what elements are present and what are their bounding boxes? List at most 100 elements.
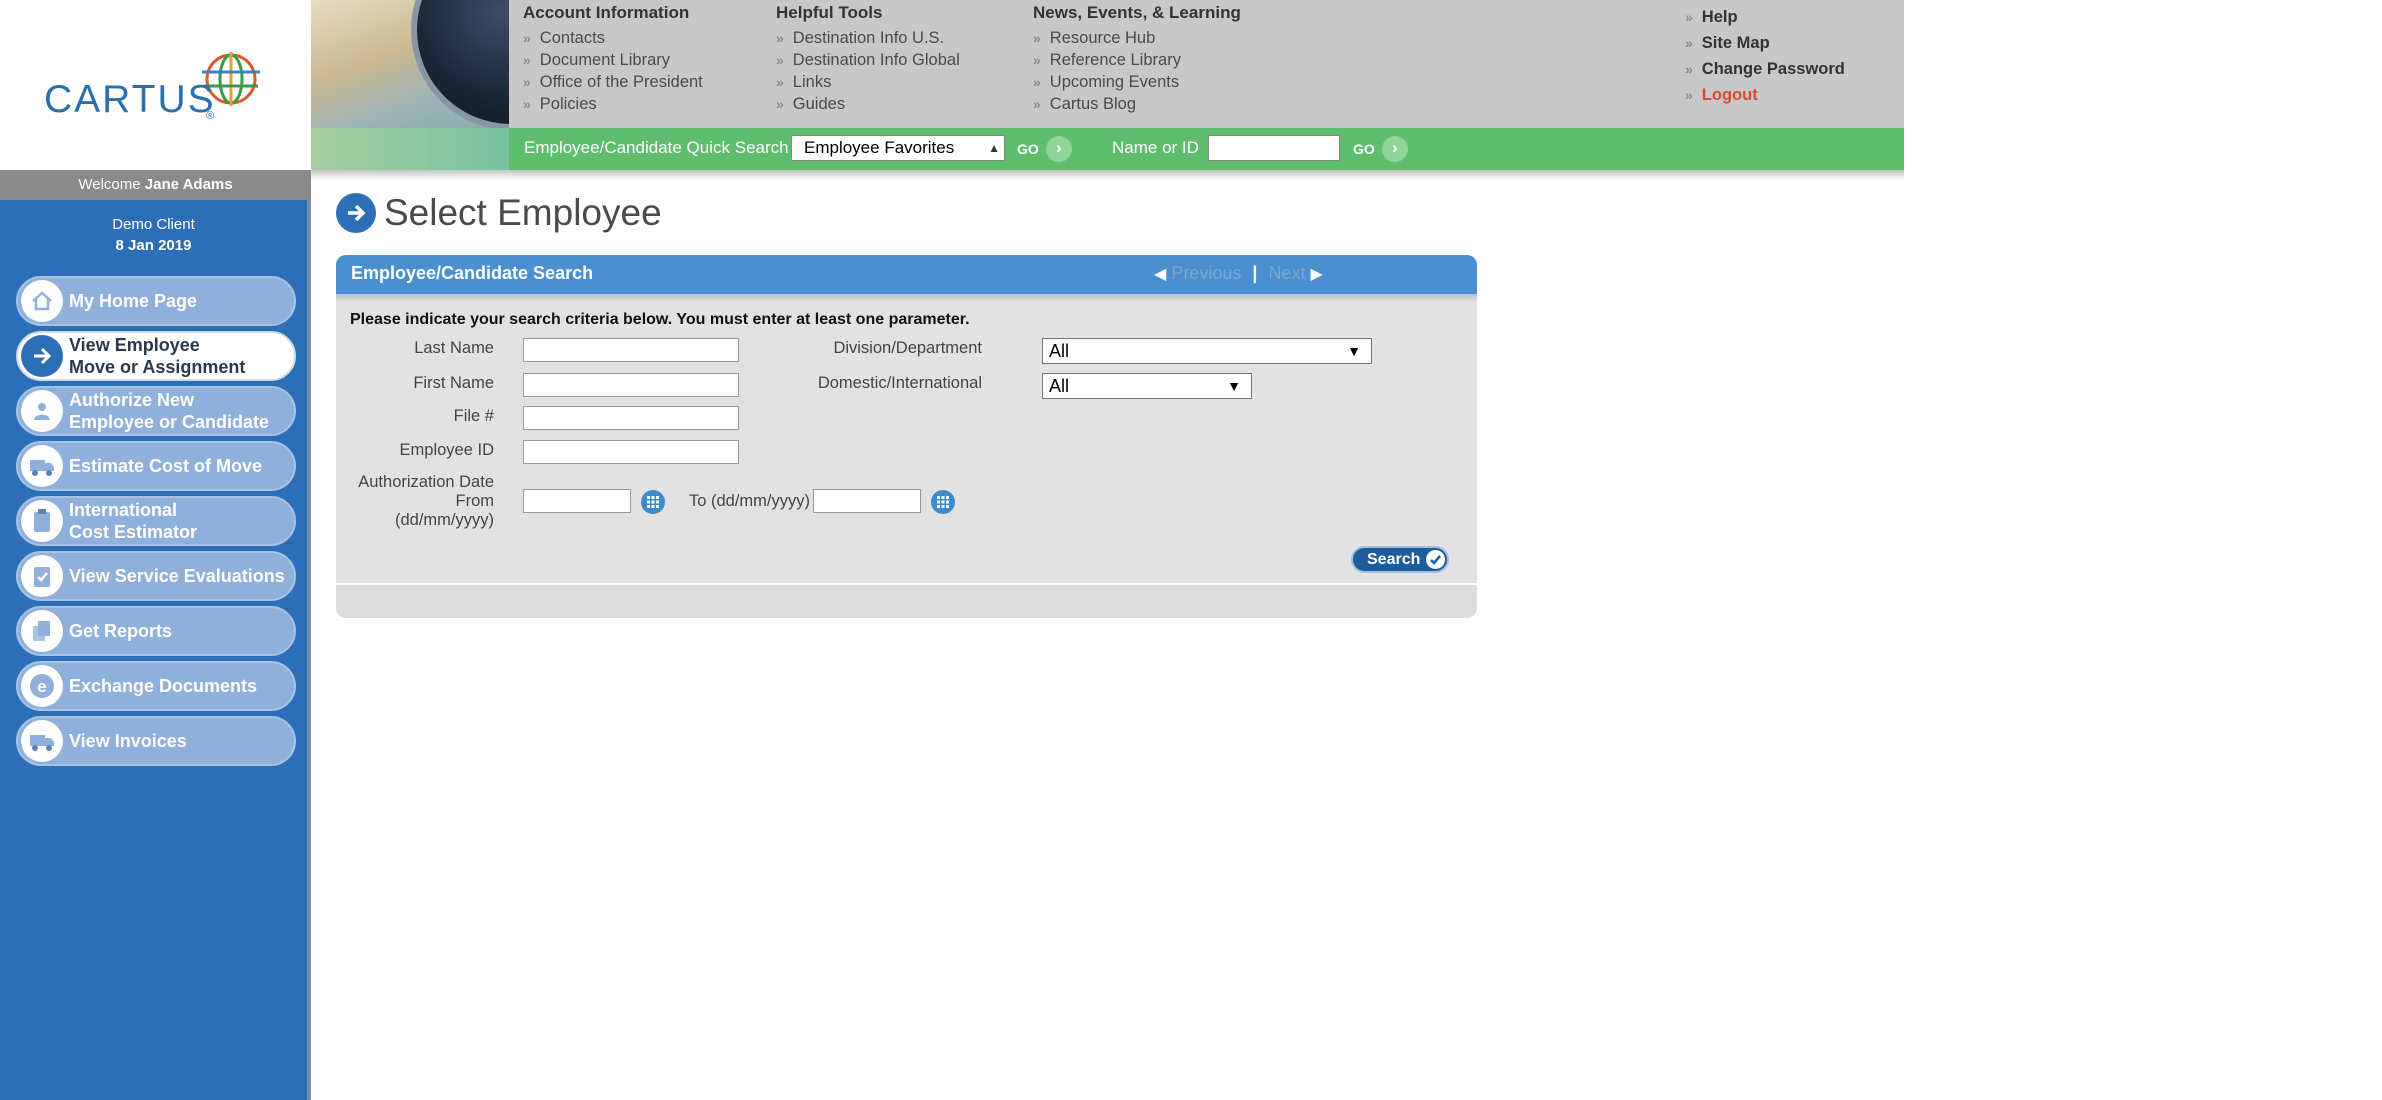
employee-search-panel: Employee/Candidate Search ◀ Previous | N… (336, 255, 1477, 618)
welcome-prefix: Welcome (78, 176, 141, 193)
link-change-password[interactable]: » Change Password (1685, 56, 1845, 82)
dropdown-arrow-icon: ▼ (1227, 378, 1241, 394)
previous-link[interactable]: Previous (1171, 263, 1241, 283)
sidebar-item-view-employee[interactable]: View Employee Move or Assignment (16, 331, 296, 381)
sidebar-item-reports[interactable]: Get Reports (16, 606, 296, 656)
sidebar-item-label: View Invoices (69, 731, 187, 751)
auth-date-to-label: To (dd/mm/yyyy) (688, 492, 810, 510)
sidebar-item-invoices[interactable]: View Invoices (16, 716, 296, 766)
division-label: Division/Department (833, 339, 982, 357)
name-or-id-input[interactable] (1208, 135, 1340, 161)
file-number-label: File # (453, 407, 494, 425)
sidebar-item-intl-estimator[interactable]: International Cost Estimator (16, 496, 296, 546)
welcome-bar: Welcome Jane Adams (0, 170, 311, 200)
domestic-international-select[interactable]: All ▼ (1042, 373, 1252, 399)
panel-footer (336, 583, 1477, 618)
last-name-label: Last Name (414, 339, 494, 357)
utility-links: » Help » Site Map » Change Password » Logout (1685, 4, 1845, 108)
truck-icon (21, 720, 63, 762)
auth-date-to-input[interactable] (813, 489, 921, 513)
compass-image (411, 0, 509, 130)
sidebar-item-label: International Cost Estimator (69, 500, 198, 542)
next-arrow-icon[interactable]: ▶ (1310, 266, 1322, 283)
calendar-icon[interactable] (641, 490, 665, 514)
link-guides[interactable]: » Guides (776, 93, 960, 115)
pager-separator: | (1252, 263, 1258, 283)
cartus-logo[interactable]: CARTUS ® (0, 0, 311, 170)
person-icon (21, 390, 63, 432)
search-instructions: Please indicate your search criteria bel… (350, 311, 970, 328)
link-site-map[interactable]: » Site Map (1685, 30, 1845, 56)
link-document-library[interactable]: » Document Library (523, 49, 703, 71)
sidebar-item-exchange-documents[interactable]: e Exchange Documents (16, 661, 296, 711)
client-name: Demo Client (112, 216, 195, 233)
first-name-input[interactable] (523, 373, 739, 397)
sidebar-item-label: Get Reports (69, 621, 173, 641)
link-cartus-blog[interactable]: » Cartus Blog (1033, 93, 1241, 115)
arrow-right-icon (336, 193, 376, 233)
clipboard-icon (21, 500, 63, 542)
link-policies[interactable]: » Policies (523, 93, 703, 115)
sidebar-item-estimate-cost[interactable]: Estimate Cost of Move (16, 441, 296, 491)
sidebar-item-label: View Service Evaluations (69, 566, 285, 586)
chevron-right-icon: › (1045, 136, 1072, 162)
panel-title: Employee/Candidate Search (351, 263, 594, 283)
authorization-date-label: Authorization Date From (dd/mm/yyyy) (358, 473, 494, 529)
sidebar: Demo Client 8 Jan 2019 My Home Page View… (0, 200, 311, 1100)
employee-id-input[interactable] (523, 440, 739, 464)
sidebar-item-service-evaluations[interactable]: View Service Evaluations (16, 551, 296, 601)
link-office-of-president[interactable]: » Office of the President (523, 71, 703, 93)
link-logout[interactable]: » Logout (1685, 82, 1845, 108)
sidebar-item-authorize[interactable]: Authorize New Employee or Candidate (16, 386, 296, 436)
pager: ◀ Previous | Next ▶ (1154, 263, 1323, 284)
page-title: Select Employee (384, 192, 662, 233)
panel-header: Employee/Candidate Search ◀ Previous | N… (336, 255, 1477, 294)
search-button[interactable]: Search (1351, 546, 1449, 573)
quick-search-bar: Employee/Candidate Quick Search Employee… (509, 128, 1904, 170)
menu-heading: Helpful Tools (776, 3, 883, 22)
last-name-input[interactable] (523, 338, 739, 362)
domestic-international-label: Domestic/International (817, 374, 982, 392)
menu-heading: News, Events, & Learning (1033, 3, 1241, 22)
calendar-icon[interactable] (931, 490, 955, 514)
clipboard-check-icon (21, 555, 63, 597)
name-search-go-button[interactable]: GO › (1353, 136, 1408, 162)
registered-mark: ® (206, 110, 215, 122)
auth-date-from-input[interactable] (523, 489, 631, 513)
header-banner-image (311, 0, 509, 170)
link-destination-us[interactable]: » Destination Info U.S. (776, 27, 960, 49)
dropdown-arrow-icon: ▼ (1347, 343, 1361, 359)
file-number-input[interactable] (523, 406, 739, 430)
first-name-label: First Name (413, 374, 494, 392)
link-contacts[interactable]: » Contacts (523, 27, 703, 49)
client-date: 8 Jan 2019 (115, 237, 192, 254)
quick-search-go-button[interactable]: GO › (1017, 136, 1072, 162)
menu-heading: Account Information (523, 3, 690, 22)
sidebar-item-label: Authorize New Employee or Candidate (69, 390, 270, 432)
link-reference-library[interactable]: » Reference Library (1033, 49, 1241, 71)
link-resource-hub[interactable]: » Resource Hub (1033, 27, 1241, 49)
sidebar-item-home[interactable]: My Home Page (16, 276, 296, 326)
previous-arrow-icon[interactable]: ◀ (1154, 266, 1166, 283)
quick-search-label: Employee/Candidate Quick Search (524, 138, 789, 157)
sidebar-item-label: Exchange Documents (69, 676, 258, 696)
page-header: Select Employee (336, 192, 662, 234)
account-information-menu: Account Information » Contacts » Document … (523, 3, 703, 115)
news-events-menu: News, Events, & Learning » Resource Hub »… (1033, 3, 1241, 115)
link-destination-global[interactable]: » Destination Info Global (776, 49, 960, 71)
sidebar-item-label: View Employee Move or Assignment (69, 335, 246, 377)
welcome-user: Jane Adams (144, 176, 233, 193)
checkmark-icon (1426, 550, 1446, 569)
select-arrows-icon: ▲ (988, 141, 1000, 155)
client-info: Demo Client 8 Jan 2019 (0, 214, 307, 256)
name-or-id-label: Name or ID (1112, 138, 1199, 157)
quick-search-select[interactable]: Employee Favorites ▲ (791, 135, 1005, 161)
link-links[interactable]: » Links (776, 71, 960, 93)
next-link[interactable]: Next (1268, 263, 1305, 283)
helpful-tools-menu: Helpful Tools » Destination Info U.S. » De… (776, 3, 960, 115)
link-help[interactable]: » Help (1685, 4, 1845, 30)
arrow-right-icon (21, 335, 63, 377)
document-e-icon: e (21, 665, 63, 707)
division-select[interactable]: All ▼ (1042, 338, 1372, 364)
link-upcoming-events[interactable]: » Upcoming Events (1033, 71, 1241, 93)
